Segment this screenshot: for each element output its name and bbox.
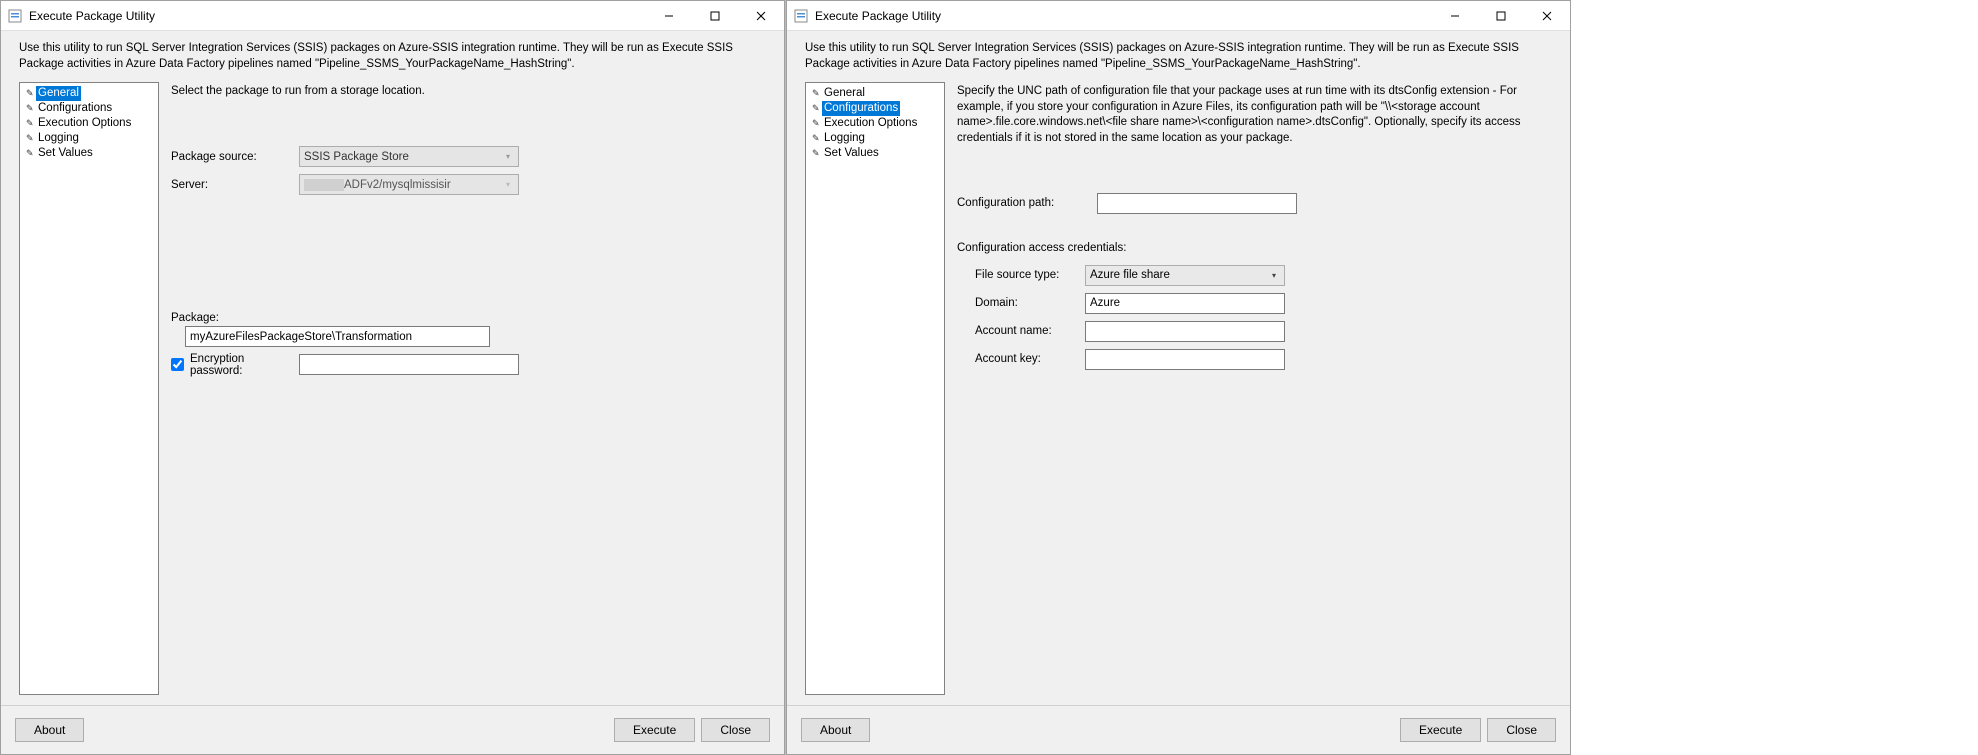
nav-tree: ✎General ✎Configurations ✎Execution Opti… [19, 82, 159, 695]
maximize-button[interactable] [1478, 1, 1524, 30]
app-icon [7, 8, 23, 24]
nav-item-label: Set Values [36, 146, 95, 161]
content-general: Select the package to run from a storage… [171, 82, 770, 695]
package-source-value: SSIS Package Store [304, 151, 409, 163]
nav-tree: ✎General ✎Configurations ✎Execution Opti… [805, 82, 945, 695]
window-title: Execute Package Utility [815, 9, 941, 23]
nav-item-label: Set Values [822, 146, 881, 161]
nav-item-set-values[interactable]: ✎Set Values [806, 146, 944, 161]
close-button[interactable] [1524, 1, 1570, 30]
nav-item-label: Configurations [822, 101, 900, 116]
titlebar: Execute Package Utility [1, 1, 784, 31]
button-label: About [820, 723, 851, 737]
server-value: ADFv2/mysqlmissisir [344, 179, 451, 191]
close-button[interactable] [738, 1, 784, 30]
label-encryption-password: Encryption password: [190, 353, 299, 377]
page-description: Select the package to run from a storage… [171, 84, 766, 100]
chevron-down-icon: ▾ [500, 177, 516, 192]
nav-item-configurations[interactable]: ✎Configurations [806, 101, 944, 116]
server-dropdown[interactable]: ADFv2/mysqlmissisir ▾ [299, 174, 519, 195]
redacted-icon [304, 179, 344, 191]
nav-item-label: Execution Options [822, 116, 919, 131]
chevron-down-icon: ▾ [1266, 268, 1282, 283]
label-account-name: Account name: [975, 325, 1085, 337]
pin-icon: ✎ [812, 131, 822, 146]
package-source-dropdown[interactable]: SSIS Package Store ▾ [299, 146, 519, 167]
app-icon [793, 8, 809, 24]
footer: About Execute Close [1, 705, 784, 754]
pin-icon: ✎ [26, 86, 36, 101]
about-button[interactable]: About [801, 718, 870, 742]
page-description: Specify the UNC path of configuration fi… [957, 84, 1552, 146]
nav-item-general[interactable]: ✎General [806, 86, 944, 101]
config-path-input[interactable] [1097, 193, 1297, 214]
label-account-key: Account key: [975, 353, 1085, 365]
account-name-input[interactable] [1085, 321, 1285, 342]
pin-icon: ✎ [812, 86, 822, 101]
file-source-type-value: Azure file share [1090, 269, 1170, 281]
pin-icon: ✎ [812, 116, 822, 131]
nav-item-configurations[interactable]: ✎Configurations [20, 101, 158, 116]
chevron-down-icon: ▾ [500, 149, 516, 164]
nav-item-general[interactable]: ✎General [20, 86, 158, 101]
label-server: Server: [171, 179, 299, 191]
pin-icon: ✎ [26, 146, 36, 161]
button-label: About [34, 723, 65, 737]
execute-button[interactable]: Execute [1400, 718, 1481, 742]
pin-icon: ✎ [26, 131, 36, 146]
encryption-password-checkbox[interactable] [171, 358, 184, 371]
nav-item-label: General [36, 86, 81, 101]
creds-header: Configuration access credentials: [957, 242, 1552, 254]
label-domain: Domain: [975, 297, 1085, 309]
window-configurations: Execute Package Utility Use this utility… [786, 0, 1571, 755]
button-label: Execute [1419, 723, 1462, 737]
about-button[interactable]: About [15, 718, 84, 742]
window-general: Execute Package Utility Use this utility… [0, 0, 785, 755]
close-button-footer[interactable]: Close [701, 718, 770, 742]
minimize-button[interactable] [646, 1, 692, 30]
label-config-path: Configuration path: [957, 197, 1097, 209]
button-label: Close [1506, 723, 1537, 737]
package-input[interactable] [185, 326, 490, 347]
minimize-button[interactable] [1432, 1, 1478, 30]
pin-icon: ✎ [26, 116, 36, 131]
close-button-footer[interactable]: Close [1487, 718, 1556, 742]
encryption-password-input[interactable] [299, 354, 519, 375]
titlebar: Execute Package Utility [787, 1, 1570, 31]
pin-icon: ✎ [812, 146, 822, 161]
nav-item-logging[interactable]: ✎Logging [20, 131, 158, 146]
nav-item-label: Logging [822, 131, 867, 146]
nav-item-logging[interactable]: ✎Logging [806, 131, 944, 146]
pin-icon: ✎ [812, 101, 822, 116]
button-label: Execute [633, 723, 676, 737]
nav-item-label: Logging [36, 131, 81, 146]
nav-item-label: Configurations [36, 101, 114, 116]
window-title: Execute Package Utility [29, 9, 155, 23]
label-package: Package: [171, 312, 299, 324]
nav-item-execution-options[interactable]: ✎Execution Options [806, 116, 944, 131]
window-controls [646, 1, 784, 30]
footer: About Execute Close [787, 705, 1570, 754]
file-source-type-dropdown[interactable]: Azure file share ▾ [1085, 265, 1285, 286]
nav-item-set-values[interactable]: ✎Set Values [20, 146, 158, 161]
nav-item-label: General [822, 86, 867, 101]
intro-text: Use this utility to run SQL Server Integ… [1, 31, 784, 80]
nav-item-label: Execution Options [36, 116, 133, 131]
content-configurations: Specify the UNC path of configuration fi… [957, 82, 1556, 695]
window-controls [1432, 1, 1570, 30]
nav-item-execution-options[interactable]: ✎Execution Options [20, 116, 158, 131]
domain-input[interactable] [1085, 293, 1285, 314]
intro-text: Use this utility to run SQL Server Integ… [787, 31, 1570, 80]
pin-icon: ✎ [26, 101, 36, 116]
label-package-source: Package source: [171, 151, 299, 163]
maximize-button[interactable] [692, 1, 738, 30]
label-file-source-type: File source type: [975, 269, 1085, 281]
execute-button[interactable]: Execute [614, 718, 695, 742]
button-label: Close [720, 723, 751, 737]
account-key-input[interactable] [1085, 349, 1285, 370]
